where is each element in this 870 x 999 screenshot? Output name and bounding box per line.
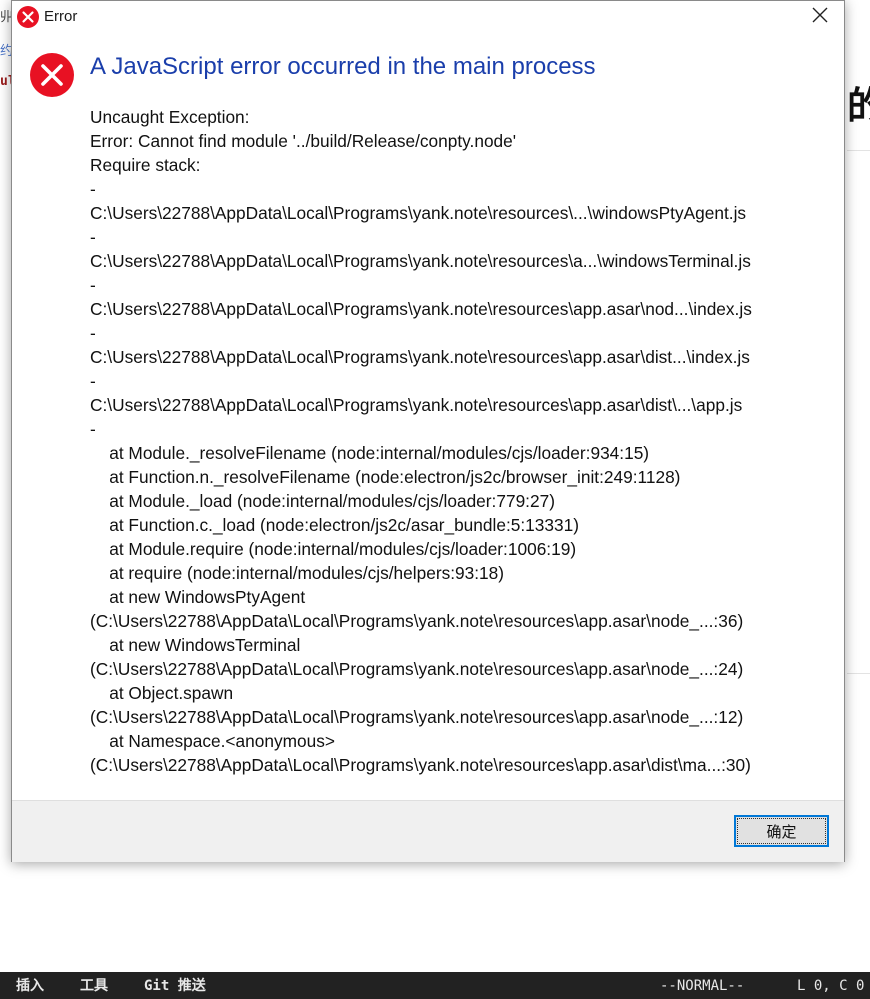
background-heading-fragment: 的 bbox=[847, 86, 870, 126]
error-message-line: at Function.n._resolveFilename (node:ele… bbox=[90, 467, 681, 487]
error-message-line: C:\Users\22788\AppData\Local\Programs\ya… bbox=[90, 347, 750, 367]
status-tools-button[interactable]: 工具 bbox=[80, 976, 108, 996]
dialog-footer: 确定 bbox=[12, 800, 844, 862]
error-message-line: - bbox=[90, 275, 96, 295]
error-message-line: (C:\Users\22788\AppData\Local\Programs\y… bbox=[90, 611, 744, 631]
dialog-content: A JavaScript error occurred in the main … bbox=[12, 33, 844, 800]
error-message: Uncaught Exception: Error: Cannot find m… bbox=[90, 105, 840, 777]
error-message-line: - bbox=[90, 419, 96, 439]
status-git-push-button[interactable]: Git 推送 bbox=[144, 976, 206, 996]
background-divider bbox=[847, 150, 870, 151]
error-message-line: (C:\Users\22788\AppData\Local\Programs\y… bbox=[90, 755, 751, 775]
error-icon bbox=[28, 51, 76, 99]
error-message-line: at new WindowsTerminal bbox=[90, 635, 301, 655]
status-bar: 插入 工具 Git 推送 --NORMAL-- L 0, C 0 bbox=[0, 972, 870, 999]
background-divider bbox=[847, 673, 870, 674]
main-instruction: A JavaScript error occurred in the main … bbox=[90, 53, 596, 80]
close-icon bbox=[812, 7, 828, 27]
error-message-line: - bbox=[90, 227, 96, 247]
ok-button-label: 确定 bbox=[766, 822, 797, 841]
dialog-title: Error bbox=[44, 8, 78, 25]
error-message-line: (C:\Users\22788\AppData\Local\Programs\y… bbox=[90, 659, 744, 679]
error-message-line: C:\Users\22788\AppData\Local\Programs\ya… bbox=[90, 395, 743, 415]
error-message-line: (C:\Users\22788\AppData\Local\Programs\y… bbox=[90, 707, 744, 727]
error-message-line: - bbox=[90, 179, 96, 199]
error-message-line: at require (node:internal/modules/cjs/he… bbox=[90, 563, 505, 583]
error-message-line: Uncaught Exception: bbox=[90, 107, 250, 127]
error-message-line: Require stack: bbox=[90, 155, 201, 175]
cursor-position: L 0, C 0 bbox=[797, 978, 865, 994]
status-insert-button[interactable]: 插入 bbox=[16, 976, 44, 996]
error-dialog: Error A JavaScript error occurred in the… bbox=[11, 0, 845, 862]
error-message-line: Error: Cannot find module '../build/Rele… bbox=[90, 131, 517, 151]
error-message-line: - bbox=[90, 323, 96, 343]
editor-mode-indicator: --NORMAL-- bbox=[660, 978, 745, 994]
error-message-line: at Module._load (node:internal/modules/c… bbox=[90, 491, 555, 511]
error-message-line: at new WindowsPtyAgent bbox=[90, 587, 306, 607]
error-message-line: - bbox=[90, 371, 96, 391]
error-message-line: at Function.c._load (node:electron/js2c/… bbox=[90, 515, 579, 535]
close-button[interactable] bbox=[800, 1, 840, 33]
ok-button[interactable]: 确定 bbox=[734, 815, 829, 847]
error-message-line: C:\Users\22788\AppData\Local\Programs\ya… bbox=[90, 299, 752, 319]
error-message-line: C:\Users\22788\AppData\Local\Programs\ya… bbox=[90, 203, 747, 223]
error-message-line: at Module._resolveFilename (node:interna… bbox=[90, 443, 650, 463]
error-message-line: C:\Users\22788\AppData\Local\Programs\ya… bbox=[90, 251, 751, 271]
error-icon bbox=[16, 5, 40, 29]
error-message-line: at Namespace.<anonymous> bbox=[90, 731, 335, 751]
error-message-line: at Module.require (node:internal/modules… bbox=[90, 539, 577, 559]
dialog-titlebar[interactable]: Error bbox=[12, 1, 844, 33]
error-message-line: at Object.spawn bbox=[90, 683, 234, 703]
